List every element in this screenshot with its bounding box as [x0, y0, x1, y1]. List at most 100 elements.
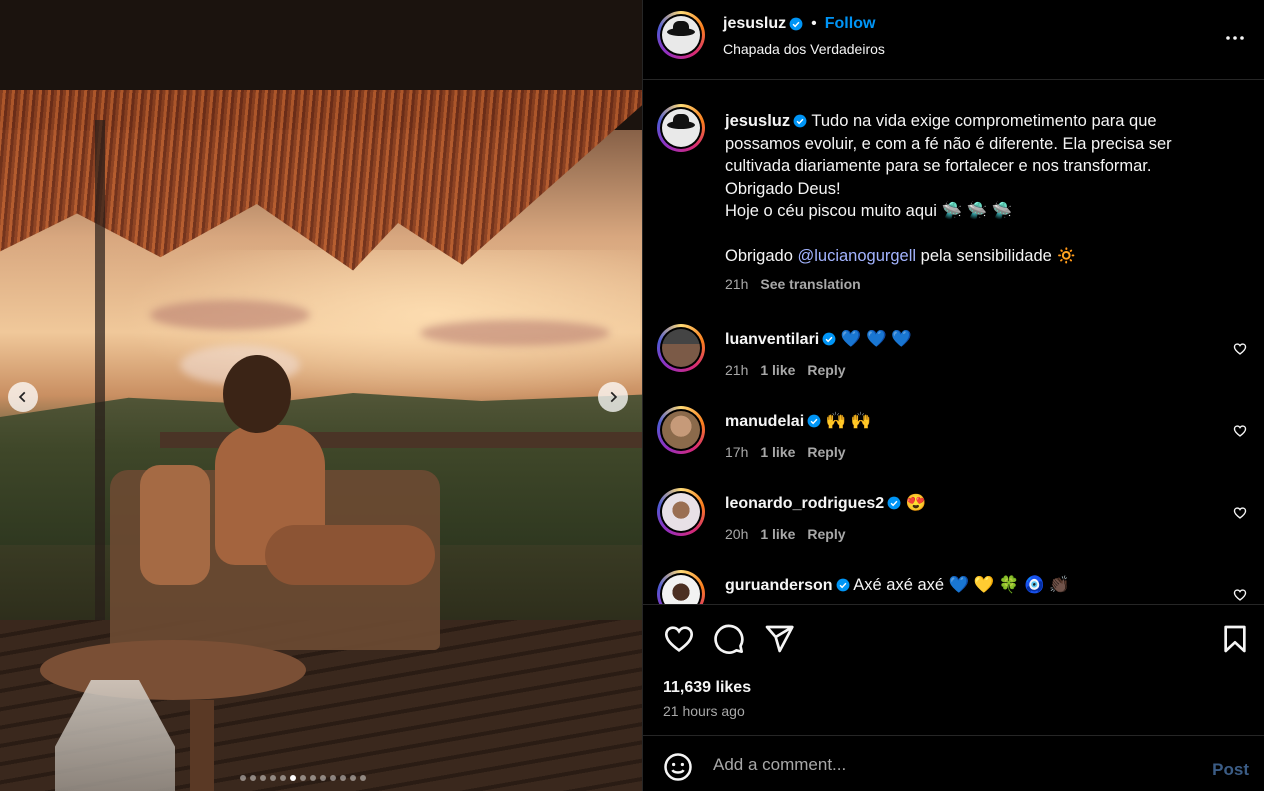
carousel-dot: [300, 775, 306, 781]
verified-badge-icon: [822, 332, 836, 346]
comment-body: manudelai 🙌 🙌: [725, 412, 871, 431]
caption-line-1: Tudo na vida exige comprometimento para …: [725, 112, 1172, 175]
post-comment-button[interactable]: Post: [1212, 760, 1249, 780]
comment-reply-button[interactable]: Reply: [807, 526, 845, 542]
see-translation-button[interactable]: See translation: [760, 276, 860, 292]
emoji-icon[interactable]: [663, 752, 693, 782]
carousel-dot: [330, 775, 336, 781]
photo-cloud: [150, 300, 310, 330]
chevron-left-icon: [18, 391, 26, 403]
carousel-prev-button[interactable]: [8, 382, 38, 412]
comment-input[interactable]: [713, 750, 1193, 780]
comment-body: guruanderson Axé axé axé 💙 💛 🍀 🧿 👏🏿: [725, 576, 1070, 595]
verified-badge-icon: [887, 496, 901, 510]
share-send-icon[interactable]: [763, 623, 795, 655]
carousel-dot: [360, 775, 366, 781]
caption-age: 21h: [725, 276, 749, 292]
carousel-dot: [260, 775, 266, 781]
carousel-dot: [310, 775, 316, 781]
comment-age: 20h: [725, 526, 749, 542]
caption-meta: 21h See translation: [725, 276, 861, 292]
photo-cushion: [140, 465, 210, 585]
carousel-dot: [280, 775, 286, 781]
comment-reply-button[interactable]: Reply: [807, 362, 845, 378]
likes-count[interactable]: 11,639 likes: [663, 679, 751, 697]
like-heart-icon[interactable]: [663, 623, 695, 655]
comment-like-heart-icon[interactable]: [1233, 424, 1247, 438]
carousel-dot: [240, 775, 246, 781]
photo-pole: [95, 120, 105, 640]
carousel-next-button[interactable]: [598, 382, 628, 412]
commenter-avatar[interactable]: [657, 324, 705, 372]
comment-text: 💙 💙 💙: [840, 330, 912, 348]
photo-cloud: [420, 320, 610, 346]
comment-like-heart-icon[interactable]: [1233, 506, 1247, 520]
caption-mention-link[interactable]: @lucianogurgell: [797, 247, 916, 265]
comment-text: 😍: [905, 494, 927, 512]
carousel-dot: [250, 775, 256, 781]
caption-author-avatar[interactable]: [657, 104, 705, 152]
separator-dot: •: [811, 15, 817, 32]
commenter-username[interactable]: guruanderson: [725, 577, 833, 594]
comments-list[interactable]: luanventilari 💙 💙 💙 21h 1 like Reply manudel…: [643, 310, 1264, 604]
comment-body: leonardo_rodrigues2 😍: [725, 494, 926, 513]
author-avatar[interactable]: [657, 11, 705, 59]
comment-composer: Post: [643, 735, 1264, 791]
comment-text: Axé axé axé 💙 💛 🍀 🧿 👏🏿: [853, 576, 1070, 594]
comment-age: 21h: [725, 362, 749, 378]
author-username[interactable]: jesusluz: [723, 15, 786, 33]
author-line: jesusluz • Follow: [723, 15, 875, 33]
comment-text: 🙌 🙌: [825, 412, 872, 430]
comment-item: manudelai 🙌 🙌 17h 1 like Reply: [643, 404, 1264, 474]
commenter-avatar[interactable]: [657, 488, 705, 536]
comment-item: leonardo_rodrigues2 😍 20h 1 like Reply: [643, 486, 1264, 556]
caption-line-3: Hoje o céu piscou muito aqui 🛸 🛸 🛸: [725, 202, 1013, 220]
comment-age: 17h: [725, 444, 749, 460]
carousel-dot: [340, 775, 346, 781]
post-actions: 11,639 likes 21 hours ago: [643, 604, 1264, 734]
caption-thanks-suffix: pela sensibilidade 🔅: [920, 247, 1077, 265]
verified-badge-icon: [789, 17, 803, 31]
comment-likes[interactable]: 1 like: [760, 526, 795, 542]
caption-username[interactable]: jesusluz: [725, 112, 790, 130]
more-options-icon[interactable]: [1223, 26, 1247, 50]
carousel-dot: [290, 775, 296, 781]
comment-like-heart-icon[interactable]: [1233, 588, 1247, 602]
comment-likes[interactable]: 1 like: [760, 444, 795, 460]
comment-like-heart-icon[interactable]: [1233, 342, 1247, 356]
commenter-username[interactable]: luanventilari: [725, 331, 819, 348]
comment-likes[interactable]: 1 like: [760, 362, 795, 378]
post-timestamp: 21 hours ago: [663, 703, 745, 719]
comment-item: luanventilari 💙 💙 💙 21h 1 like Reply: [643, 322, 1264, 392]
commenter-avatar[interactable]: [657, 406, 705, 454]
comment-meta: 20h 1 like Reply: [725, 526, 846, 542]
post-media[interactable]: [0, 0, 642, 791]
post-location[interactable]: Chapada dos Verdadeiros: [723, 41, 885, 57]
commenter-username[interactable]: manudelai: [725, 413, 804, 430]
verified-badge-icon: [793, 114, 807, 128]
carousel-indicator: [240, 775, 366, 781]
comment-item: guruanderson Axé axé axé 💙 💛 🍀 🧿 👏🏿: [643, 568, 1264, 604]
comment-meta: 21h 1 like Reply: [725, 362, 846, 378]
caption-thanks-prefix: Obrigado: [725, 247, 793, 265]
photo-table: [40, 640, 306, 700]
comment-bubble-icon[interactable]: [713, 623, 745, 655]
verified-badge-icon: [836, 578, 849, 592]
photo-person: [205, 355, 435, 595]
save-bookmark-icon[interactable]: [1219, 623, 1251, 655]
comment-body: luanventilari 💙 💙 💙: [725, 330, 912, 349]
post-header: jesusluz • Follow Chapada dos Verdadeiro…: [643, 0, 1264, 80]
carousel-dot: [270, 775, 276, 781]
commenter-username[interactable]: leonardo_rodrigues2: [725, 495, 884, 512]
verified-badge-icon: [807, 414, 821, 428]
commenter-avatar[interactable]: [657, 570, 705, 604]
carousel-dot: [320, 775, 326, 781]
caption-line-2: Obrigado Deus!: [725, 179, 841, 198]
post-panel: jesusluz • Follow Chapada dos Verdadeiro…: [642, 0, 1264, 791]
comment-reply-button[interactable]: Reply: [807, 444, 845, 460]
chevron-right-icon: [610, 391, 618, 403]
photo-table-leg: [190, 700, 214, 791]
follow-button[interactable]: Follow: [825, 15, 876, 33]
caption-text: jesusluz Tudo na vida exige comprometime…: [725, 110, 1205, 268]
carousel-dot: [350, 775, 356, 781]
